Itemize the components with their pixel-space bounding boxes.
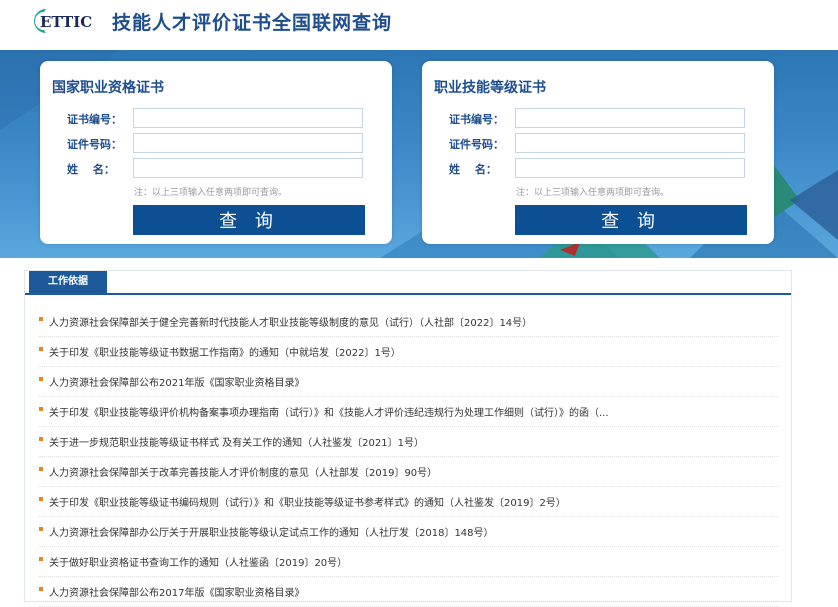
list-item: 人力资源社会保障部关于健全完善新时代技能人才职业技能等级制度的意见（试行）（人社…: [39, 307, 779, 337]
list-item: 关于进一步规范职业技能等级证书样式 及有关工作的通知（人社鉴发〔2021〕1号）: [39, 427, 779, 457]
certificate-number-label: 证书编号：: [67, 113, 122, 126]
query-button[interactable]: 查 询: [133, 205, 365, 235]
query-banner: 国家职业资格证书 证书编号： 证件号码： 姓 名： 注：以上三项输入任意两项即可…: [0, 50, 838, 258]
list-item: 关于做好职业资格证书查询工作的通知（人社鉴函〔2019〕20号）: [39, 547, 779, 577]
id-number-input[interactable]: [515, 133, 745, 153]
bullet-icon: [39, 437, 43, 441]
document-link[interactable]: 人力资源社会保障部公布2017年版《国家职业资格目录》: [49, 584, 304, 599]
card-title: 国家职业资格证书: [52, 80, 164, 96]
bullet-icon: [39, 407, 43, 411]
document-link[interactable]: 关于印发《职业技能等级证书编码规则（试行）》和《职业技能等级证书参考样式》的通知…: [49, 494, 566, 509]
bullet-icon: [39, 497, 43, 501]
skill-level-certificate-card: 职业技能等级证书 证书编号： 证件号码： 姓 名： 注：以上三项输入任意两项即可…: [422, 61, 774, 244]
bullet-icon: [39, 377, 43, 381]
national-certificate-card: 国家职业资格证书 证书编号： 证件号码： 姓 名： 注：以上三项输入任意两项即可…: [40, 61, 392, 244]
certificate-number-label: 证书编号：: [449, 113, 504, 126]
bullet-icon: [39, 557, 43, 561]
name-input[interactable]: [515, 158, 745, 178]
document-link[interactable]: 人力资源社会保障部办公厅关于开展职业技能等级认定试点工作的通知（人社厅发〔201…: [49, 524, 494, 539]
document-link[interactable]: 关于印发《职业技能等级评价机构备案事项办理指南（试行）》和《技能人才评价违纪违规…: [49, 404, 609, 419]
id-number-label: 证件号码：: [449, 138, 504, 151]
certificate-number-input[interactable]: [133, 108, 363, 128]
document-link[interactable]: 关于印发《职业技能等级证书数据工作指南》的通知（中就培发〔2022〕1号）: [49, 344, 401, 359]
document-link[interactable]: 关于做好职业资格证书查询工作的通知（人社鉴函〔2019〕20号）: [49, 554, 347, 569]
tab-work-basis[interactable]: 工作依据: [29, 271, 107, 293]
bullet-icon: [39, 587, 43, 591]
query-note: 注：以上三项输入任意两项即可查询。: [134, 188, 288, 198]
bullet-icon: [39, 467, 43, 471]
list-item: 关于印发《职业技能等级评价机构备案事项办理指南（试行）》和《技能人才评价违纪违规…: [39, 397, 779, 427]
query-note: 注：以上三项输入任意两项即可查询。: [516, 188, 670, 198]
certificate-number-input[interactable]: [515, 108, 745, 128]
list-item: 人力资源社会保障部公布2021年版《国家职业资格目录》: [39, 367, 779, 397]
list-item: 人力资源社会保障部公布2017年版《国家职业资格目录》: [39, 577, 779, 607]
document-link[interactable]: 人力资源社会保障部公布2021年版《国家职业资格目录》: [49, 374, 304, 389]
ettic-logo: ETTIC: [34, 9, 92, 33]
name-input[interactable]: [133, 158, 363, 178]
list-item: 关于印发《职业技能等级证书编码规则（试行）》和《职业技能等级证书参考样式》的通知…: [39, 487, 779, 517]
id-number-input[interactable]: [133, 133, 363, 153]
list-item: 人力资源社会保障部关于改革完善技能人才评价制度的意见（人社部发〔2019〕90号…: [39, 457, 779, 487]
site-title: 技能人才评价证书全国联网查询: [112, 12, 393, 34]
bullet-icon: [39, 527, 43, 531]
bullet-icon: [39, 347, 43, 351]
basis-list: 人力资源社会保障部关于健全完善新时代技能人才职业技能等级制度的意见（试行）（人社…: [39, 307, 779, 607]
svg-text:ETTIC: ETTIC: [40, 13, 92, 31]
site-header: ETTIC 技能人才评价证书全国联网查询: [0, 0, 838, 50]
bullet-icon: [39, 317, 43, 321]
document-link[interactable]: 人力资源社会保障部关于健全完善新时代技能人才职业技能等级制度的意见（试行）（人社…: [49, 314, 532, 329]
name-label: 姓 名：: [67, 163, 115, 176]
name-label: 姓 名：: [449, 163, 497, 176]
id-number-label: 证件号码：: [67, 138, 122, 151]
card-title: 职业技能等级证书: [434, 80, 546, 96]
list-item: 关于印发《职业技能等级证书数据工作指南》的通知（中就培发〔2022〕1号）: [39, 337, 779, 367]
document-link[interactable]: 关于进一步规范职业技能等级证书样式 及有关工作的通知（人社鉴发〔2021〕1号）: [49, 434, 424, 449]
tab-strip: 工作依据: [25, 271, 791, 295]
query-button[interactable]: 查 询: [515, 205, 747, 235]
list-item: 人力资源社会保障部办公厅关于开展职业技能等级认定试点工作的通知（人社厅发〔201…: [39, 517, 779, 547]
work-basis-section: 工作依据 人力资源社会保障部关于健全完善新时代技能人才职业技能等级制度的意见（试…: [24, 270, 792, 607]
document-link[interactable]: 人力资源社会保障部关于改革完善技能人才评价制度的意见（人社部发〔2019〕90号…: [49, 464, 437, 479]
